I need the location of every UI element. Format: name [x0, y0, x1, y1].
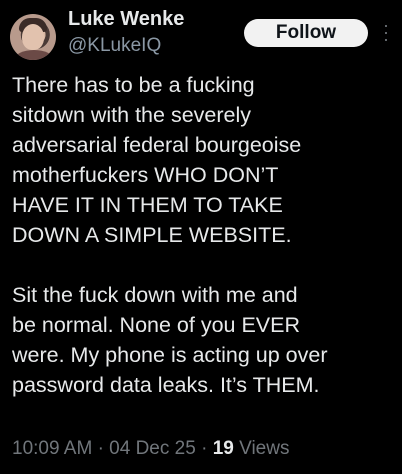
avatar-face: [22, 24, 44, 50]
post-line: There has to be a fucking: [12, 73, 255, 97]
avatar[interactable]: [10, 14, 56, 60]
post-meta: 10:09 AM · 04 Dec 25 · 19 Views: [12, 438, 289, 460]
meta-separator: ·: [201, 438, 208, 459]
post-time[interactable]: 10:09 AM: [12, 438, 92, 459]
post-line: Sit the fuck down with me and: [12, 283, 298, 307]
follow-button[interactable]: Follow: [244, 19, 368, 47]
post-line: sitdown with the severely: [12, 103, 251, 127]
post: Luke Wenke @KLukeIQ Follow · · · There has…: [0, 0, 402, 474]
post-line: password data leaks. It’s THEM.: [12, 373, 320, 397]
views-label: Views: [239, 438, 290, 459]
views-count[interactable]: 19: [213, 438, 234, 459]
post-line: be normal. None of you EVER: [12, 313, 301, 337]
post-text: There has to be a fucking sitdown with t…: [12, 70, 398, 400]
more-options-icon[interactable]: · · ·: [380, 16, 392, 48]
meta-separator: ·: [97, 438, 104, 459]
post-line: motherfuckers WHO DON’T: [12, 163, 279, 187]
author-handle[interactable]: @KLukeIQ: [68, 35, 161, 57]
post-line: were. My phone is acting up over: [12, 343, 328, 367]
post-line: adversarial federal bourgeoise: [12, 133, 302, 157]
post-line: DOWN A SIMPLE WEBSITE.: [12, 223, 292, 247]
author-name[interactable]: Luke Wenke: [68, 8, 184, 31]
post-date[interactable]: 04 Dec 25: [109, 438, 196, 459]
avatar-shirt: [14, 50, 54, 60]
post-line: HAVE IT IN THEM TO TAKE: [12, 193, 283, 217]
